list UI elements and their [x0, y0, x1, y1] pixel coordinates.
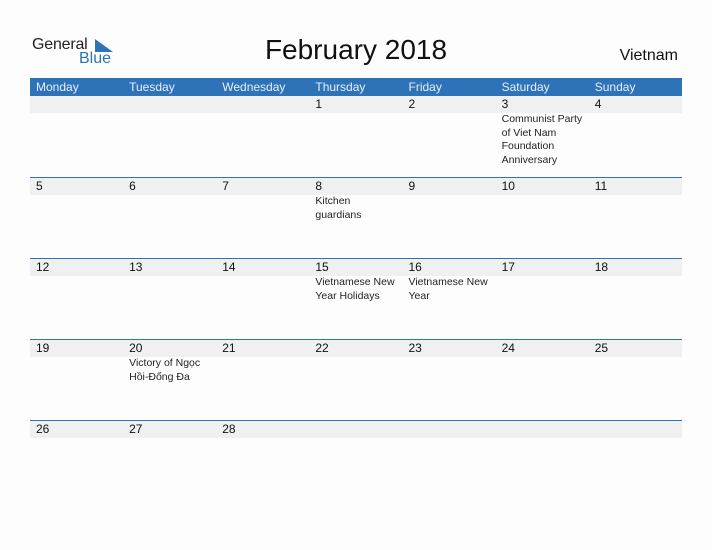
day-cell: 18: [589, 259, 682, 303]
day-number: 4: [594, 97, 602, 111]
holiday-event: Communist Party of Viet Nam Foundation A…: [501, 113, 583, 166]
day-number: [502, 421, 589, 438]
day-number: 3: [501, 97, 509, 111]
week-row: 26 27 28: [30, 420, 682, 501]
day-number: 5: [36, 179, 43, 193]
day-number: 24: [501, 341, 515, 355]
day-cell: 8 Kitchen guardians: [309, 178, 402, 222]
day-cell: 27: [123, 421, 216, 438]
calendar-grid: Monday Tuesday Wednesday Thursday Friday…: [30, 78, 682, 501]
day-number: 27: [129, 422, 143, 436]
day-number: 21: [222, 341, 236, 355]
day-cell: [589, 421, 682, 438]
day-cell: [403, 421, 496, 438]
day-number: 15: [315, 260, 329, 274]
day-number: 7: [222, 179, 229, 193]
day-number: [315, 421, 402, 438]
day-cell: [123, 96, 216, 167]
day-cell: 22: [309, 340, 402, 384]
week-cells: 5 6 7 8 Kitchen guardians 9 10 11: [30, 178, 682, 222]
week-row: 12 13 14 15 Vietnamese New Year Holidays 16 Vi…: [30, 258, 682, 339]
week-cells: 19 20 Victory of Ngọc Hồi-Đống Đa 21 22 23 24 2…: [30, 340, 682, 384]
day-number: [222, 96, 309, 113]
holiday-event: Vietnamese New Year Holidays: [315, 276, 395, 302]
day-cell: 26: [30, 421, 123, 438]
holiday-event: Victory of Ngọc Hồi-Đống Đa: [129, 357, 201, 383]
week-row: 19 20 Victory of Ngọc Hồi-Đống Đa 21 22 23 24 2…: [30, 339, 682, 420]
weekday-tuesday: Tuesday: [129, 80, 175, 94]
weekday-thursday: Thursday: [315, 80, 366, 94]
holiday-event: Kitchen guardians: [315, 195, 362, 221]
day-number: 6: [129, 179, 136, 193]
day-cell: 5: [30, 178, 123, 222]
day-cell: 25: [589, 340, 682, 384]
day-number: 19: [36, 341, 50, 355]
day-cell: [216, 96, 309, 167]
day-number: 22: [315, 341, 329, 355]
day-number: [595, 421, 682, 438]
day-cell: 16 Vietnamese New Year: [403, 259, 496, 303]
day-number: 16: [408, 260, 422, 274]
day-number: 9: [408, 179, 416, 193]
weekday-wednesday: Wednesday: [222, 80, 286, 94]
day-number: 1: [315, 97, 323, 111]
day-number: 11: [594, 179, 608, 193]
day-cell: 17: [496, 259, 589, 303]
weekday-sunday: Sunday: [594, 80, 636, 94]
day-cell: 13: [123, 259, 216, 303]
day-number: 12: [36, 260, 50, 274]
day-number: 23: [408, 341, 422, 355]
day-cell: [496, 421, 589, 438]
day-cell: 12: [30, 259, 123, 303]
day-cell: 15 Vietnamese New Year Holidays: [309, 259, 402, 303]
day-number: 20: [129, 341, 143, 355]
day-cell: 20 Victory of Ngọc Hồi-Đống Đa: [123, 340, 216, 384]
day-cell: 7: [216, 178, 309, 222]
day-cell: 28: [216, 421, 309, 438]
day-number: [409, 421, 496, 438]
day-number: 14: [222, 260, 236, 274]
day-cell: 6: [123, 178, 216, 222]
week-row: 1 2 3 Communist Party of Viet Nam Foundatio…: [30, 96, 682, 177]
day-number: 18: [594, 260, 609, 274]
day-number: 10: [501, 179, 515, 193]
day-cell: 19: [30, 340, 123, 384]
day-cell: 24: [496, 340, 589, 384]
weekday-header: Monday Tuesday Wednesday Thursday Friday…: [30, 78, 682, 96]
day-cell: 3 Communist Party of Viet Nam Foundation …: [496, 96, 589, 167]
day-cell: 10: [496, 178, 589, 222]
day-number: [129, 96, 216, 113]
day-cell: 2: [403, 96, 496, 167]
day-cell: 23: [403, 340, 496, 384]
week-row: 5 6 7 8 Kitchen guardians 9 10 11: [30, 177, 682, 258]
day-number: 28: [222, 422, 236, 436]
day-cell: 21: [216, 340, 309, 384]
day-cell: 9: [403, 178, 496, 222]
calendar-title: February 2018: [264, 34, 448, 65]
week-cells: 1 2 3 Communist Party of Viet Nam Foundatio…: [30, 96, 682, 167]
day-cell: [309, 421, 402, 438]
day-cell: 11: [589, 178, 682, 222]
day-number: [36, 96, 123, 113]
day-number: 8: [315, 179, 323, 193]
weekday-monday: Monday: [36, 80, 79, 94]
day-number: 13: [129, 260, 143, 274]
holiday-event: Vietnamese New Year: [408, 276, 488, 302]
country-label: Vietnam: [619, 47, 678, 64]
day-number: 2: [408, 97, 416, 111]
weeks-container: 1 2 3 Communist Party of Viet Nam Foundatio…: [30, 96, 682, 501]
day-number: 26: [36, 422, 50, 436]
day-cell: 4: [589, 96, 682, 167]
day-number: 17: [501, 260, 515, 274]
week-cells: 26 27 28: [30, 421, 682, 438]
day-number: 25: [594, 341, 609, 355]
week-cells: 12 13 14 15 Vietnamese New Year Holidays 16 Vi…: [30, 259, 682, 303]
weekday-saturday: Saturday: [501, 80, 550, 94]
weekday-friday: Friday: [408, 80, 442, 94]
day-cell: 1: [309, 96, 402, 167]
day-cell: 14: [216, 259, 309, 303]
day-cell: [30, 96, 123, 167]
